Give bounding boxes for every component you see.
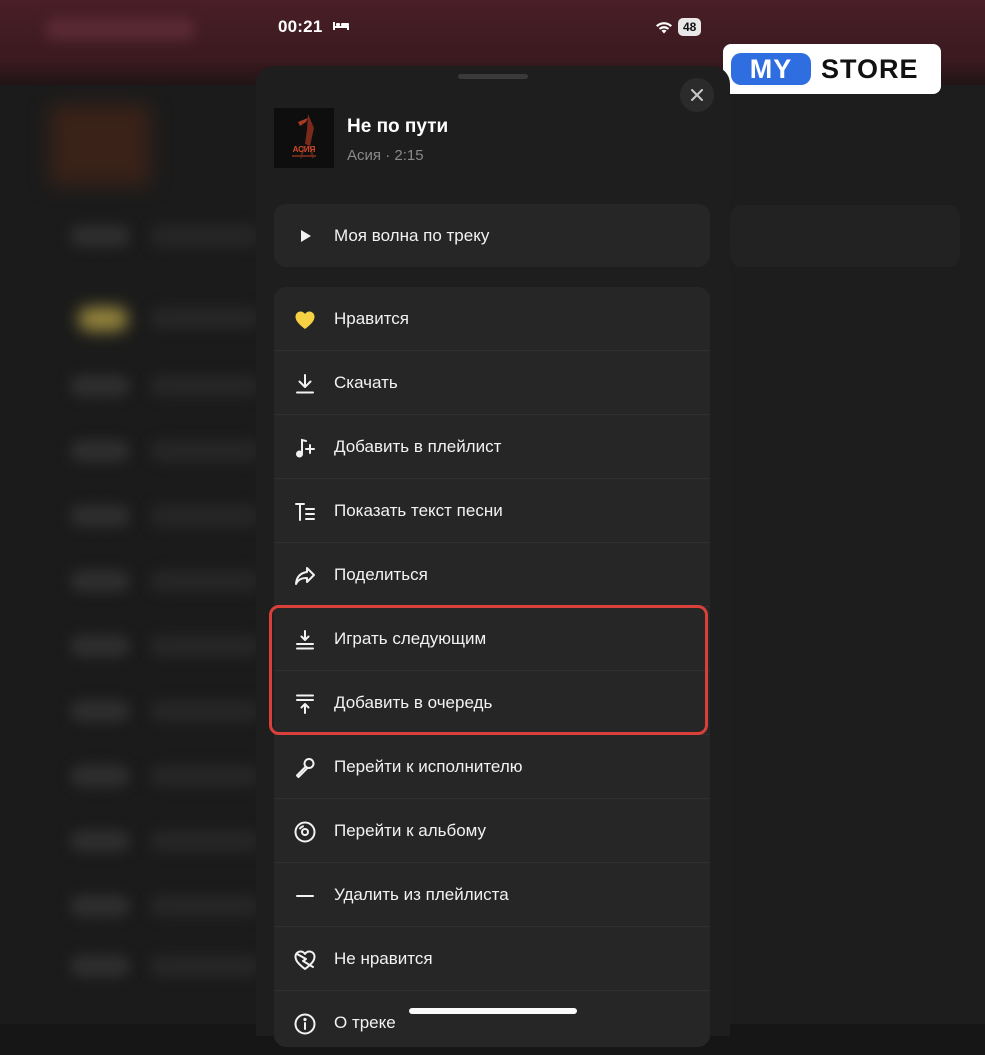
- status-time: 00:21: [278, 17, 323, 36]
- minus-icon: [292, 883, 318, 909]
- background-row-blur: [150, 570, 258, 592]
- background-track-list: [0, 85, 258, 1024]
- menu-item-go-to-artist[interactable]: Перейти к исполнителю: [274, 735, 710, 799]
- track-subtitle: Асия · 2:15: [347, 147, 424, 164]
- heart-icon: [292, 307, 318, 333]
- menu-item-share[interactable]: Поделиться: [274, 543, 710, 607]
- background-row-blur: [150, 307, 258, 329]
- menu-label: О треке: [334, 1013, 396, 1032]
- background-row-blur: [70, 505, 130, 527]
- menu-item-add-to-playlist[interactable]: Добавить в плейлист: [274, 415, 710, 479]
- background-row-blur: [70, 830, 130, 852]
- background-row-blur: [150, 955, 258, 977]
- menu-label: Нравится: [334, 309, 410, 328]
- share-icon: [292, 563, 318, 589]
- background-row-blur: [150, 830, 258, 852]
- track-duration: 2:15: [394, 147, 424, 164]
- my-wave-by-track-button[interactable]: Моя волна по треку: [274, 204, 710, 267]
- background-row-blur: [70, 955, 130, 977]
- track-title: Не по пути: [347, 116, 449, 137]
- menu-label: Показать текст песни: [334, 501, 503, 520]
- background-row-blur: [70, 635, 130, 657]
- menu-item-remove-from-playlist[interactable]: Удалить из плейлиста: [274, 863, 710, 927]
- background-row-blur: [150, 635, 258, 657]
- background-row-blur: [70, 375, 130, 397]
- background-row-blur: [70, 765, 130, 787]
- background-row-blur: [70, 895, 130, 917]
- menu-label: Скачать: [334, 373, 398, 392]
- menu-label: Перейти к альбому: [334, 821, 487, 840]
- background-row-blur: [150, 440, 258, 462]
- track-actions-sheet: АСИЯ Не по пути Асия · 2:15 Моя волна по…: [256, 66, 730, 1047]
- cover-text: АСИЯ: [293, 145, 316, 154]
- my-wave-label: Моя волна по треку: [334, 226, 490, 245]
- close-button[interactable]: [680, 78, 714, 112]
- logo-store: STORE: [821, 54, 919, 84]
- sleep-bed-icon: [333, 22, 349, 30]
- highlight-frame: [269, 605, 708, 735]
- background-row-blur: [150, 505, 258, 527]
- menu-item-show-lyrics[interactable]: Показать текст песни: [274, 479, 710, 543]
- menu-label: Добавить в плейлист: [334, 437, 502, 456]
- album-icon: [292, 819, 318, 845]
- wifi-icon: [656, 22, 672, 34]
- add-to-playlist-icon: [292, 435, 318, 461]
- background-row-blur: [150, 700, 258, 722]
- background-right-card: [730, 205, 960, 267]
- menu-item-download[interactable]: Скачать: [274, 351, 710, 415]
- track-cover: АСИЯ: [274, 108, 334, 168]
- microphone-icon: [292, 755, 318, 781]
- subtitle-separator: ·: [385, 147, 391, 164]
- background-row-blur: [150, 375, 258, 397]
- menu-label: Перейти к исполнителю: [334, 757, 523, 776]
- background-cover-blur: [50, 105, 150, 185]
- home-indicator[interactable]: [409, 1008, 577, 1014]
- menu-item-dislike[interactable]: Не нравится: [274, 927, 710, 991]
- download-icon: [292, 371, 318, 397]
- menu-label: Не нравится: [334, 949, 433, 968]
- background-row-blur: [150, 895, 258, 917]
- background-row-blur: [70, 570, 130, 592]
- background-row-blur: [70, 440, 130, 462]
- broken-heart-icon: [292, 947, 318, 973]
- background-row-blur: [150, 225, 258, 247]
- background-row-blur: [70, 225, 130, 247]
- menu-label: Поделиться: [334, 565, 428, 584]
- track-artist: Асия: [347, 147, 382, 164]
- menu-item-about-track[interactable]: О треке: [274, 991, 710, 1055]
- lyrics-icon: [292, 499, 318, 525]
- menu-item-like[interactable]: Нравится: [274, 287, 710, 351]
- play-icon: [292, 223, 318, 249]
- background-row-blur: [150, 765, 258, 787]
- sheet-grabber[interactable]: [458, 74, 528, 79]
- close-icon: [691, 89, 703, 101]
- menu-item-go-to-album[interactable]: Перейти к альбому: [274, 799, 710, 863]
- battery-level: 48: [678, 18, 702, 36]
- background-row-blur: [70, 700, 130, 722]
- cover-art: АСИЯ: [274, 108, 334, 168]
- background-like-blur: [78, 307, 128, 331]
- logo-my: MY: [731, 53, 811, 85]
- menu-label: Удалить из плейлиста: [334, 885, 509, 904]
- mystore-logo: MY STORE: [723, 44, 941, 94]
- info-icon: [292, 1011, 318, 1037]
- background-title-blur: [45, 18, 195, 40]
